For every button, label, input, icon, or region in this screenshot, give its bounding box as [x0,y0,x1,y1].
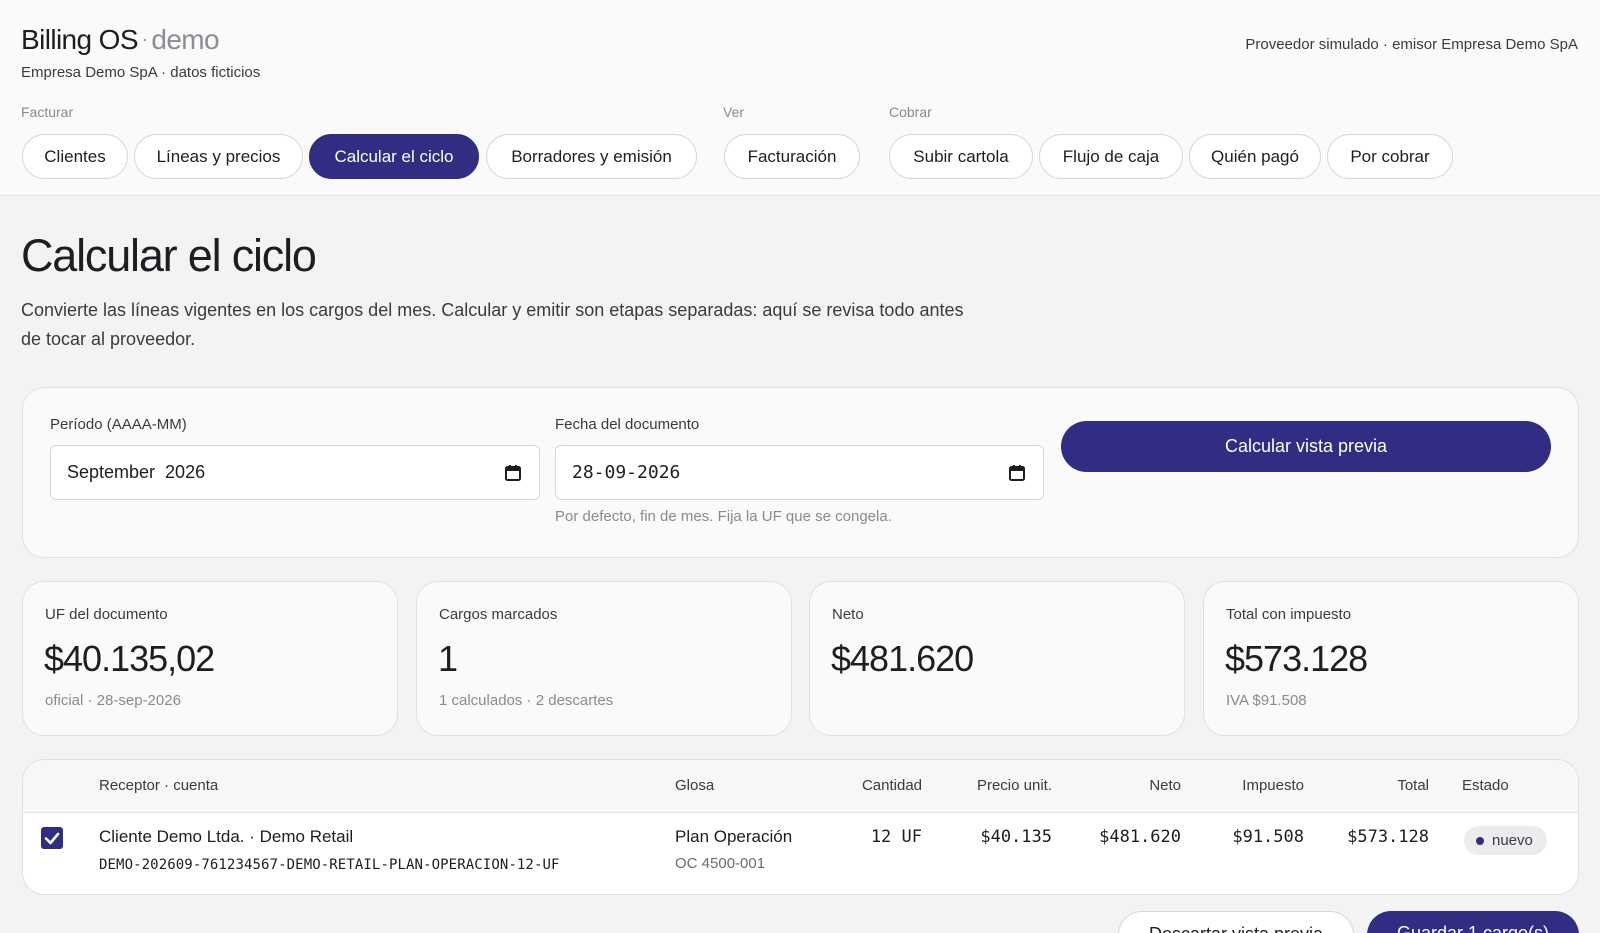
save-charges-button[interactable]: Guardar 1 cargo(s) [1367,911,1579,933]
stat-label: Total con impuesto [1226,606,1352,623]
col-estado: Estado [1462,777,1509,794]
document-date-hint: Por defecto, fin de mes. Fija la UF que … [555,508,892,525]
stat-value: 1 [438,638,458,679]
stat-card-cargos: Cargos marcados 1 1 calculados · 2 desca… [416,581,792,736]
stat-sub: 1 calculados · 2 descartes [439,692,614,709]
stat-value: $40.135,02 [44,638,215,679]
row-glosa: Plan Operación [675,827,793,846]
calendar-icon[interactable] [1008,464,1026,482]
nav-group-cobrar: Cobrar [889,104,932,120]
nav-group-facturar: Facturar [21,104,74,120]
check-icon [44,832,60,845]
provider-label: Proveedor simulado · emisor Empresa Demo… [1245,36,1578,53]
tab-flujo-de-caja[interactable]: Flujo de caja [1039,134,1183,179]
nav-group-ver: Ver [723,104,745,120]
app-brand: Billing OS · demo [21,24,220,55]
col-precio: Precio unit. [976,777,1052,794]
col-neto: Neto [1149,777,1181,794]
stat-sub: oficial · 28-sep-2026 [45,692,181,709]
row-total: $573.128 [1347,827,1429,847]
page-description: Convierte las líneas vigentes en los car… [21,300,964,349]
calculate-preview-button[interactable]: Calcular vista previa [1061,421,1551,472]
stat-value: $481.620 [831,638,974,679]
top-header: Billing OS · demo Empresa Demo SpA · datos… [0,0,1600,196]
page-title: Calcular el ciclo [21,230,317,281]
row-receptor: Cliente Demo Ltda. · Demo Retail [99,827,354,846]
stat-sub: IVA $91.508 [1226,692,1307,709]
table-header: Receptor · cuenta Glosa Cantidad Precio … [23,760,1578,813]
col-cantidad: Cantidad [861,777,922,794]
row-code: DEMO-202609-761234567-DEMO-RETAIL-PLAN-O… [99,857,560,873]
period-value: September 2026 [67,462,206,482]
row-cantidad: 12 UF [870,827,922,847]
calendar-icon[interactable] [504,464,522,482]
document-date-value: 28-09-2026 [572,462,681,483]
tab-por-cobrar[interactable]: Por cobrar [1327,134,1453,179]
stat-card-neto: Neto $481.620 [809,581,1185,736]
document-date-input[interactable]: 28-09-2026 [555,445,1044,500]
document-date-label: Fecha del documento [555,416,700,433]
stat-label: Cargos marcados [439,606,558,623]
stat-card-uf: UF del documento $40.135,02 oficial · 28… [22,581,398,736]
app-env: demo [151,24,220,55]
stat-card-total: Total con impuesto $573.128 IVA $91.508 [1203,581,1579,736]
app-name: Billing OS [21,24,139,55]
tab-calcular-el-ciclo[interactable]: Calcular el ciclo [309,134,479,179]
stat-value: $573.128 [1225,638,1368,679]
company-subtitle: Empresa Demo SpA · datos ficticios [21,64,261,81]
row-neto: $481.620 [1099,827,1181,847]
status-dot-icon [1476,836,1484,845]
status-badge: nuevo [1464,826,1547,855]
col-glosa: Glosa [675,777,715,794]
col-total: Total [1397,777,1429,794]
status-label: nuevo [1492,832,1533,849]
tab-subir-cartola[interactable]: Subir cartola [889,134,1033,179]
tab-clientes[interactable]: Clientes [22,134,128,179]
period-label: Período (AAAA-MM) [50,416,187,433]
row-checkbox[interactable] [41,827,63,849]
row-impuesto: $91.508 [1232,827,1304,847]
tab-quien-pago[interactable]: Quién pagó [1189,134,1321,179]
stat-label: UF del documento [45,606,168,623]
row-oc: OC 4500-001 [675,855,766,872]
col-impuesto: Impuesto [1242,777,1304,794]
tab-lineas-y-precios[interactable]: Líneas y precios [134,134,303,179]
col-receptor: Receptor · cuenta [99,777,219,794]
discard-preview-button[interactable]: Descartar vista previa [1118,911,1354,933]
row-precio: $40.135 [980,827,1052,847]
tab-facturacion[interactable]: Facturación [724,134,860,179]
charges-table: Receptor · cuenta Glosa Cantidad Precio … [22,759,1579,895]
tab-borradores-y-emision[interactable]: Borradores y emisión [486,134,697,179]
stat-label: Neto [832,606,864,623]
period-input[interactable]: September 2026 [50,445,540,500]
